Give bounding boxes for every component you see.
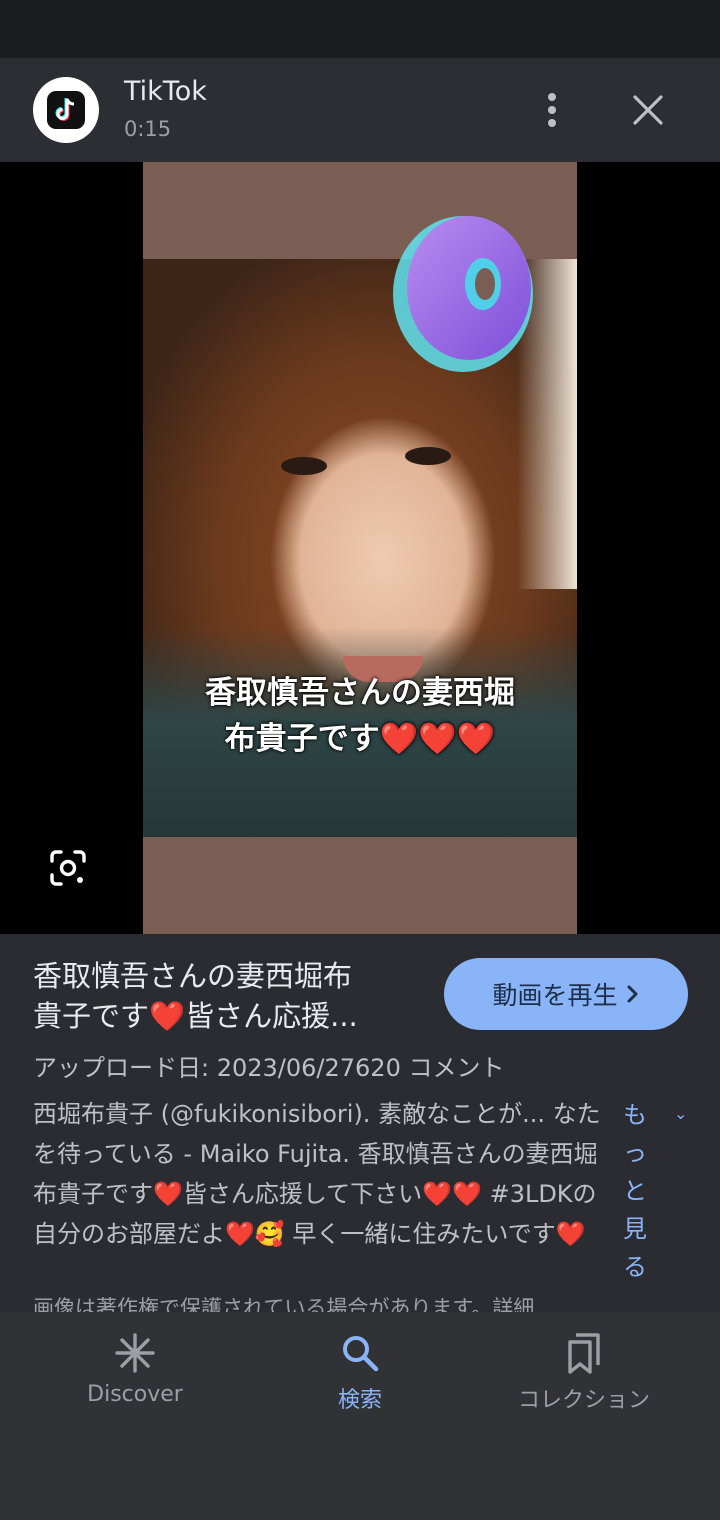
bookmarks-icon: [568, 1333, 600, 1374]
nav-search-label: 検索: [337, 1388, 382, 1413]
result-title[interactable]: 香取慎吾さんの妻西堀布 貴子です❤️皆さん応援...: [33, 956, 403, 1036]
nav-collections[interactable]: コレクション: [474, 1330, 694, 1414]
upload-meta: アップロード日: 2023/06/27620 コメント: [33, 1054, 505, 1082]
show-more-link[interactable]: もっと見る: [620, 1096, 650, 1286]
close-icon: [633, 95, 663, 125]
search-icon: [343, 1336, 379, 1372]
nav-discover[interactable]: Discover: [25, 1330, 245, 1407]
bottom-navigation: Discover 検索 コレクション: [0, 1312, 720, 1520]
media-preview[interactable]: 香取慎吾さんの妻西堀 布貴子です❤️❤️❤️: [0, 162, 720, 934]
donut-filter-icon: [393, 216, 533, 372]
play-video-button[interactable]: 動画を再生: [444, 958, 688, 1030]
nav-collections-label: コレクション: [517, 1388, 650, 1413]
nav-discover-label: Discover: [87, 1382, 183, 1407]
status-bar: [0, 0, 720, 58]
chevron-right-icon: [627, 985, 637, 1003]
asterisk-icon: [115, 1333, 155, 1373]
video-caption: 香取慎吾さんの妻西堀 布貴子です❤️❤️❤️: [205, 675, 515, 757]
lens-icon: [50, 850, 86, 886]
tiktok-note-icon: [55, 98, 75, 121]
nav-search[interactable]: 検索: [250, 1330, 470, 1414]
chevron-down-icon[interactable]: ⌄: [674, 1104, 687, 1123]
result-info: 香取慎吾さんの妻西堀布 貴子です❤️皆さん応援... 動画を再生 アップロード日…: [0, 934, 720, 1312]
source-name: TikTok: [124, 76, 207, 107]
video-thumbnail[interactable]: 香取慎吾さんの妻西堀 布貴子です❤️❤️❤️: [143, 162, 577, 934]
copyright-notice: 画像は著作権で保護されている場合があります。詳細: [33, 1296, 535, 1312]
play-video-label: 動画を再生: [492, 981, 618, 1010]
more-options-button[interactable]: [530, 86, 574, 134]
more-vert-icon: [548, 93, 556, 127]
description-text: 西堀布貴子 (@fukikonisibori). 素敵なことが... なたを待っ…: [33, 1100, 601, 1248]
result-header: TikTok 0:15: [0, 58, 720, 162]
tiktok-logo: [33, 77, 99, 143]
google-lens-button[interactable]: [46, 846, 90, 890]
video-duration: 0:15: [124, 117, 172, 141]
close-button[interactable]: [624, 86, 672, 134]
